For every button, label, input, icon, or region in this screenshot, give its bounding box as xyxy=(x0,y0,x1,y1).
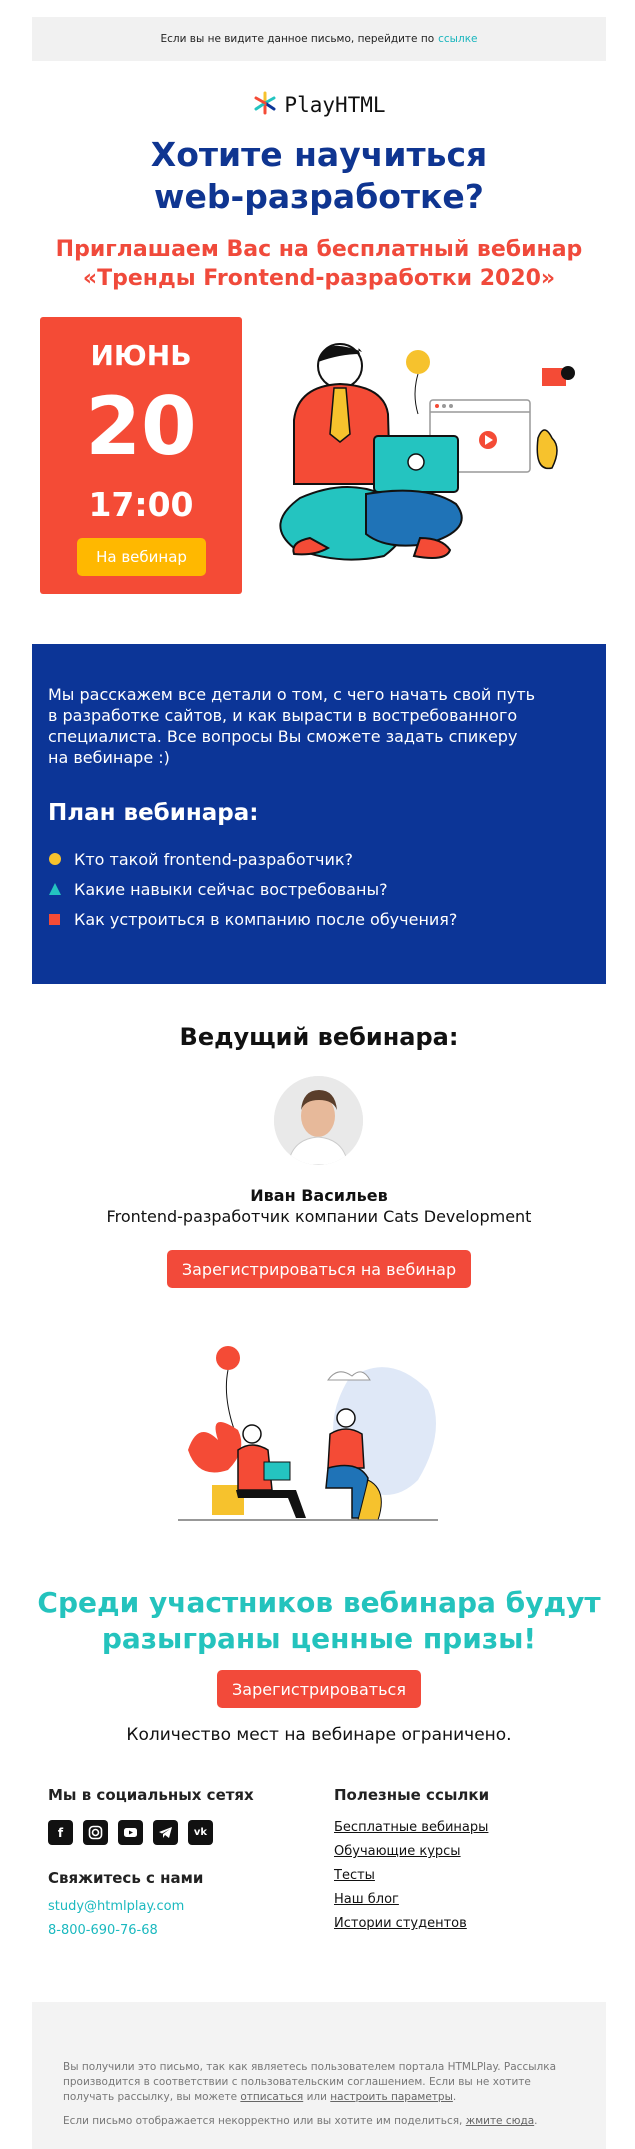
link-courses[interactable]: Обучающие курсы xyxy=(334,1840,574,1864)
social-title: Мы в социальных сетях xyxy=(48,1786,254,1804)
date-card: ИЮНЬ 20 17:00 На вебинар xyxy=(40,317,242,594)
subtitle-line-1: Приглашаем Вас на бесплатный вебинар xyxy=(55,237,583,262)
plan-item: Кто такой frontend-разработчик? xyxy=(48,844,590,874)
square-bullet-icon xyxy=(49,913,60,925)
party-illustration xyxy=(178,1340,458,1530)
limited-seats-note: Количество мест на вебинаре ограничено. xyxy=(126,1725,512,1745)
preheader-text: Если вы не видите данное письмо, перейди… xyxy=(160,33,435,45)
page-title: Хотите научиться web-разработке? xyxy=(32,134,606,218)
intro-line-4: на вебинаре :) xyxy=(48,748,170,767)
intro-line-2: в разработке сайтов, и как вырасти в вос… xyxy=(48,706,518,725)
contact-phone[interactable]: 8-800-690-76-68 xyxy=(48,1919,308,1943)
link-student-stories[interactable]: Истории студентов xyxy=(334,1912,574,1936)
prizes-line-2: разыграны ценные призы! xyxy=(101,1622,537,1655)
useful-links: Бесплатные вебинары Обучающие курсы Тест… xyxy=(334,1816,574,1936)
date-day: 20 xyxy=(85,380,197,473)
instagram-icon[interactable] xyxy=(83,1820,108,1845)
contact-title: Свяжитесь с нами xyxy=(48,1869,204,1887)
social-icons: f vk xyxy=(48,1820,308,1845)
plan-item-text: Как устроиться в компанию после обучения… xyxy=(74,909,458,929)
plan-list: Кто такой frontend-разработчик? Какие на… xyxy=(48,844,590,934)
legal-text-2: Если письмо отображается некорректно или… xyxy=(63,2115,463,2127)
plan-item-text: Кто такой frontend-разработчик? xyxy=(74,849,354,869)
intro-line-1: Мы расскажем все детали о том, с чего на… xyxy=(48,685,536,704)
plan-item: Какие навыки сейчас востребованы? xyxy=(48,874,590,904)
telegram-icon[interactable] xyxy=(153,1820,178,1845)
facebook-icon[interactable]: f xyxy=(48,1820,73,1845)
triangle-bullet-icon xyxy=(49,883,61,895)
vk-icon[interactable]: vk xyxy=(188,1820,213,1845)
prizes-title: Среди участников вебинара будут разыгран… xyxy=(32,1585,606,1657)
speaker-name: Иван Васильев xyxy=(250,1186,388,1205)
link-blog[interactable]: Наш блог xyxy=(334,1888,574,1912)
prizes-line-1: Среди участников вебинара будут xyxy=(37,1586,601,1619)
speaker-role: Frontend-разработчик компании Cats Devel… xyxy=(106,1207,532,1226)
register-webinar-button[interactable]: Зарегистрироваться на вебинар xyxy=(167,1250,471,1288)
plan-title: План вебинара: xyxy=(48,800,259,826)
avatar xyxy=(274,1076,363,1165)
circle-bullet-icon xyxy=(49,853,61,865)
legal-paragraph-2: Если письмо отображается некорректно или… xyxy=(63,2115,538,2127)
plan-item: Как устроиться в компанию после обучения… xyxy=(48,904,590,934)
preheader-link[interactable]: ссылке xyxy=(438,33,477,45)
legal-footer: Вы получили это письмо, так как являетес… xyxy=(32,2002,606,2149)
view-online-link[interactable]: жмите сюда xyxy=(466,2115,534,2127)
links-column: Полезные ссылки Бесплатные вебинары Обуч… xyxy=(334,1786,574,1936)
to-webinar-button[interactable]: На вебинар xyxy=(77,538,206,576)
plan-item-text: Какие навыки сейчас востребованы? xyxy=(74,879,388,899)
legal-paragraph-1: Вы получили это письмо, так как являетес… xyxy=(63,2061,557,2103)
date-month: ИЮНЬ xyxy=(90,339,192,372)
legal-or: или xyxy=(306,2091,327,2103)
speaker-section-title: Ведущий вебинара: xyxy=(179,1023,459,1051)
developer-illustration xyxy=(270,338,590,588)
links-title: Полезные ссылки xyxy=(334,1786,490,1804)
link-free-webinars[interactable]: Бесплатные вебинары xyxy=(334,1816,574,1840)
info-block: Мы расскажем все детали о том, с чего на… xyxy=(32,644,606,984)
burst-icon xyxy=(252,90,278,120)
title-line-2: web-разработке? xyxy=(154,177,484,216)
logo-text: PlayHTML xyxy=(284,93,386,117)
subtitle-line-2: «Тренды Frontend-разработки 2020» xyxy=(82,266,556,291)
social-column: Мы в социальных сетях f vk Свяжитесь с н… xyxy=(48,1786,308,1943)
preheader-bar: Если вы не видите данное письмо, перейди… xyxy=(32,17,606,61)
date-time: 17:00 xyxy=(88,485,194,524)
link-tests[interactable]: Тесты xyxy=(334,1864,574,1888)
contact-email[interactable]: study@htmlplay.com xyxy=(48,1895,308,1919)
settings-link[interactable]: настроить параметры xyxy=(330,2091,453,2103)
intro-line-3: специалиста. Все вопросы Вы сможете зада… xyxy=(48,727,518,746)
register-button[interactable]: Зарегистрироваться xyxy=(217,1670,421,1708)
title-line-1: Хотите научиться xyxy=(150,135,488,174)
unsubscribe-link[interactable]: отписаться xyxy=(240,2091,303,2103)
info-intro: Мы расскажем все детали о том, с чего на… xyxy=(48,684,590,768)
youtube-icon[interactable] xyxy=(118,1820,143,1845)
subtitle: Приглашаем Вас на бесплатный вебинар «Тр… xyxy=(32,235,606,293)
logo[interactable]: PlayHTML xyxy=(32,88,606,122)
